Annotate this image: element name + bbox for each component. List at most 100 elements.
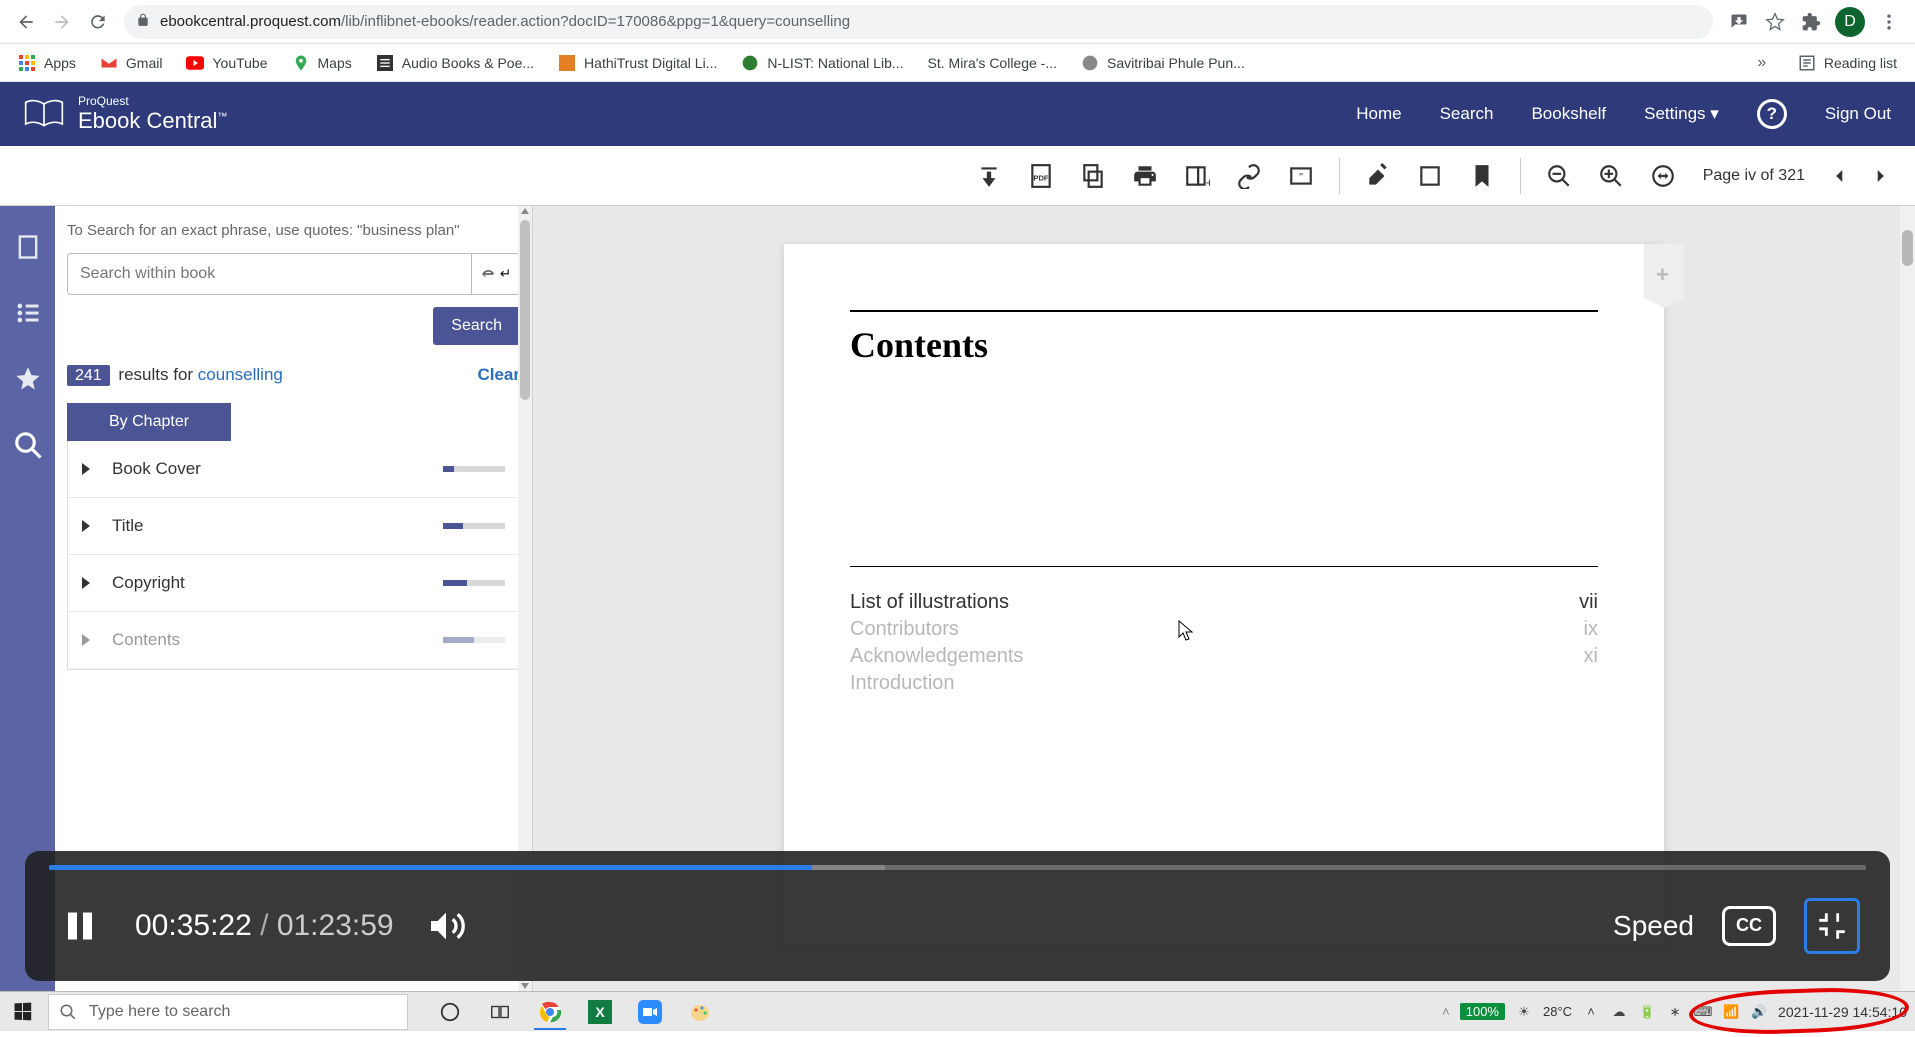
- search-input[interactable]: [67, 253, 472, 295]
- install-app-icon[interactable]: [1721, 4, 1757, 40]
- wifi-icon[interactable]: 📶: [1722, 1003, 1740, 1021]
- back-button[interactable]: [8, 4, 44, 40]
- prev-page-button[interactable]: [1823, 154, 1857, 198]
- speed-button[interactable]: Speed: [1613, 910, 1694, 942]
- reload-button[interactable]: [80, 4, 116, 40]
- rail-book-icon[interactable]: [11, 230, 45, 264]
- nav-settings[interactable]: Settings ▾: [1644, 104, 1719, 124]
- expand-icon[interactable]: [82, 463, 90, 475]
- zoom-in-button[interactable]: [1589, 154, 1633, 198]
- rail-toc-icon[interactable]: [11, 296, 45, 330]
- bookmark-savitribai[interactable]: Savitribai Phule Pun...: [1071, 50, 1255, 76]
- pdf-button[interactable]: PDF: [1019, 154, 1063, 198]
- hathi-icon: [558, 54, 576, 72]
- bookmark-youtube[interactable]: YouTube: [176, 50, 277, 76]
- youtube-icon: [186, 54, 204, 72]
- battery-indicator[interactable]: 100%: [1460, 1003, 1505, 1020]
- profile-avatar[interactable]: D: [1835, 7, 1865, 37]
- extensions-icon[interactable]: [1793, 4, 1829, 40]
- taskbar-chrome[interactable]: [528, 994, 572, 1030]
- document-scrollbar[interactable]: [1900, 206, 1915, 991]
- svg-text:PDF: PDF: [1033, 173, 1049, 182]
- browser-toolbar: ebookcentral.proquest.com/lib/inflibnet-…: [0, 0, 1915, 44]
- bookmark-gmail[interactable]: Gmail: [90, 50, 173, 76]
- share-link-button[interactable]: [1227, 154, 1271, 198]
- bookmark-mira[interactable]: St. Mira's College -...: [918, 51, 1068, 75]
- pause-button[interactable]: [55, 901, 105, 951]
- bookmark-nlist[interactable]: N-LIST: National Lib...: [731, 50, 913, 76]
- taskbar-paint[interactable]: [678, 994, 722, 1030]
- expand-icon[interactable]: [82, 520, 90, 532]
- highlight-button[interactable]: [1356, 154, 1400, 198]
- forward-button[interactable]: [44, 4, 80, 40]
- bookmark-maps[interactable]: Maps: [282, 50, 362, 76]
- chapter-item[interactable]: Title: [68, 498, 519, 555]
- print-button[interactable]: [1123, 154, 1167, 198]
- tab-by-chapter[interactable]: By Chapter: [67, 403, 231, 441]
- chapter-item[interactable]: Contents: [68, 612, 519, 669]
- fit-width-button[interactable]: [1641, 154, 1685, 198]
- video-progress-bar[interactable]: [49, 865, 1866, 870]
- nav-signout[interactable]: Sign Out: [1825, 104, 1891, 124]
- nav-home[interactable]: Home: [1356, 104, 1401, 124]
- tray-expand-icon[interactable]: ˄: [1442, 1004, 1450, 1019]
- onedrive-icon[interactable]: ☁: [1610, 1003, 1628, 1021]
- nlist-icon: [741, 54, 759, 72]
- menu-icon[interactable]: [1871, 4, 1907, 40]
- bluetooth-icon[interactable]: ∗: [1666, 1003, 1684, 1021]
- taskbar-taskview[interactable]: [478, 994, 522, 1030]
- rail-bookmarks-icon[interactable]: [11, 362, 45, 396]
- volume-button[interactable]: [422, 902, 470, 950]
- search-button[interactable]: Search: [433, 307, 520, 345]
- bookmark-button[interactable]: [1460, 154, 1504, 198]
- search-icon: [59, 1003, 77, 1021]
- next-page-button[interactable]: [1863, 154, 1897, 198]
- keyboard-icon[interactable]: ⌨: [1694, 1003, 1712, 1021]
- more-bookmarks-icon[interactable]: »: [1744, 45, 1780, 81]
- expand-icon[interactable]: [82, 577, 90, 589]
- taskbar-cortana[interactable]: [428, 994, 472, 1030]
- toc-entry: Contributorsix: [850, 616, 1598, 643]
- reading-list-button[interactable]: Reading list: [1788, 50, 1907, 76]
- chapter-item[interactable]: Copyright: [68, 555, 519, 612]
- taskbar-zoom[interactable]: [628, 994, 672, 1030]
- captions-button[interactable]: CC: [1722, 906, 1776, 946]
- download-button[interactable]: [967, 154, 1011, 198]
- help-button[interactable]: ?: [1757, 99, 1787, 129]
- add-to-shelf-button[interactable]: +: [1175, 154, 1219, 198]
- bookmark-apps[interactable]: Apps: [8, 50, 86, 76]
- brand-main: Ebook Central™: [78, 108, 227, 134]
- sound-icon[interactable]: 🔊: [1750, 1003, 1768, 1021]
- cite-button[interactable]: ": [1279, 154, 1323, 198]
- nav-search[interactable]: Search: [1440, 104, 1494, 124]
- rail-search-icon[interactable]: [11, 428, 45, 462]
- taskbar-search[interactable]: Type here to search: [48, 994, 408, 1030]
- address-bar[interactable]: ebookcentral.proquest.com/lib/inflibnet-…: [124, 5, 1713, 39]
- start-button[interactable]: [0, 992, 44, 1032]
- page-bookmark-ribbon[interactable]: +: [1644, 244, 1684, 298]
- clock[interactable]: 2021-11-29 14:54:10: [1778, 1004, 1907, 1020]
- chapter-item[interactable]: Book Cover: [68, 441, 519, 498]
- zoom-out-button[interactable]: [1537, 154, 1581, 198]
- book-icon: [24, 98, 64, 130]
- relevance-bar: [443, 580, 505, 586]
- star-icon[interactable]: [1757, 4, 1793, 40]
- nav-bookshelf[interactable]: Bookshelf: [1531, 104, 1606, 124]
- taskbar-excel[interactable]: X: [578, 994, 622, 1030]
- expand-icon[interactable]: [82, 634, 90, 646]
- note-button[interactable]: [1408, 154, 1452, 198]
- toc-entry: List of illustrationsvii: [850, 589, 1598, 616]
- bookmark-audio[interactable]: Audio Books & Poe...: [366, 50, 544, 76]
- battery-icon[interactable]: 🔋: [1638, 1003, 1656, 1021]
- copy-button[interactable]: [1071, 154, 1115, 198]
- tray-up-icon[interactable]: ˄: [1582, 1003, 1600, 1021]
- toc-entry: Introduction: [850, 670, 1598, 697]
- bookmark-hathi[interactable]: HathiTrust Digital Li...: [548, 50, 727, 76]
- results-query: counselling: [198, 365, 283, 384]
- exit-fullscreen-button[interactable]: [1804, 898, 1860, 954]
- search-submit-icon[interactable]: ↵: [472, 253, 520, 295]
- clear-link[interactable]: Clear: [477, 365, 520, 385]
- gmail-icon: [100, 54, 118, 72]
- weather-icon[interactable]: ☀: [1515, 1003, 1533, 1021]
- brand-logo[interactable]: ProQuest Ebook Central™: [24, 94, 227, 134]
